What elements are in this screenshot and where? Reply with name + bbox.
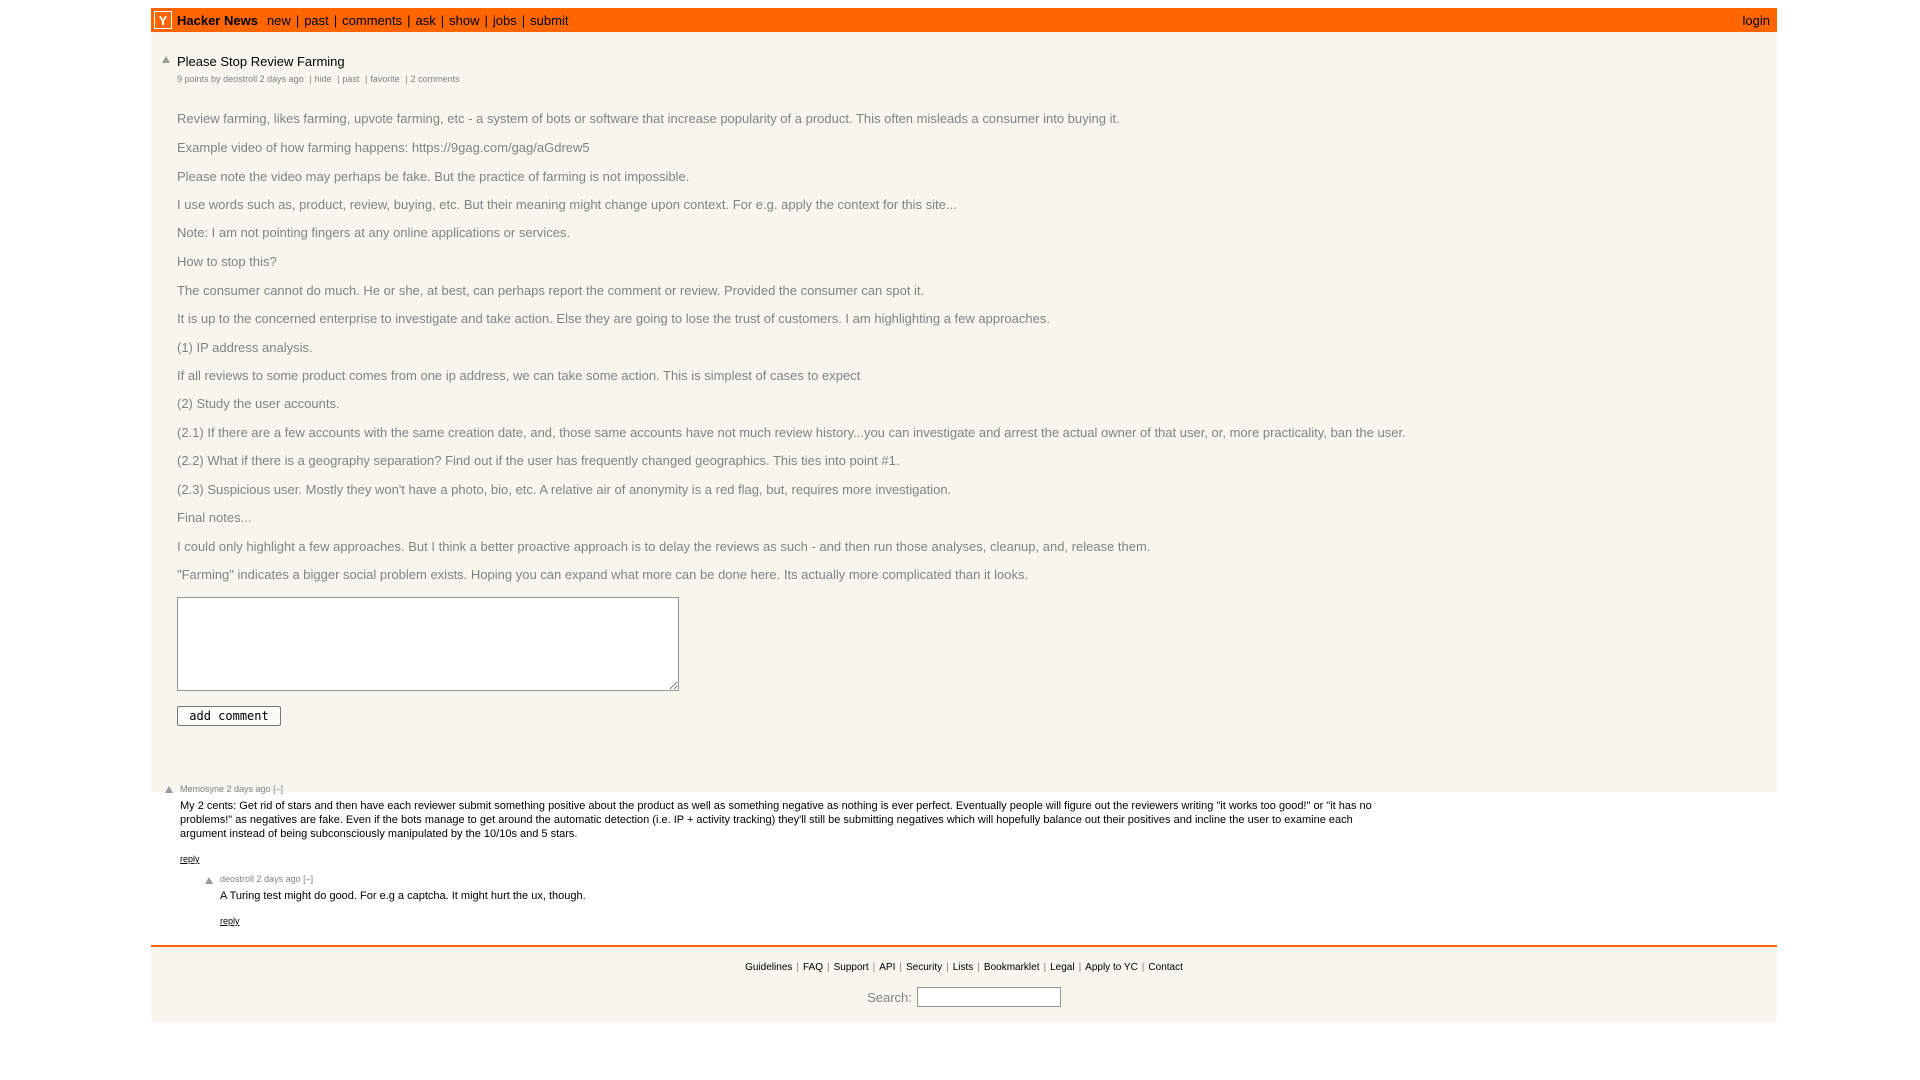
nav-new[interactable]: new (267, 13, 291, 28)
story-age-link[interactable]: 2 days ago (260, 74, 304, 84)
comment-age-link[interactable]: 2 days ago (227, 784, 271, 794)
nav-show[interactable]: show (449, 13, 479, 28)
search-label: Search: (867, 989, 912, 1005)
subtext-separator: | (309, 74, 312, 84)
story-subtext: 9 points by deostroll 2 days ago | hide |… (177, 74, 460, 84)
story-paragraph: (1) IP address analysis. (177, 340, 313, 355)
nav-separator: | (333, 12, 338, 28)
comment-text: My 2 cents: Get rid of stars and then ha… (180, 800, 1372, 840)
nav-past[interactable]: past (304, 13, 329, 28)
footer-link-lists[interactable]: Lists (953, 962, 974, 973)
by-label: by (211, 74, 221, 84)
comment-textarea[interactable] (177, 597, 679, 691)
login-link[interactable]: login (1743, 13, 1770, 28)
footer-links: Guidelines | FAQ | Support | API | Security | List… (745, 962, 1183, 973)
story-paragraph: How to stop this? (177, 254, 277, 269)
search-input[interactable] (916, 987, 1061, 1007)
upvote-arrow-icon[interactable] (162, 56, 170, 63)
story-paragraph: Please note the video may perhaps be fak… (177, 169, 690, 184)
header-bar: Y Hacker News new | past | comments | as… (151, 8, 1777, 32)
comment-author-link[interactable]: Memosyne (180, 784, 224, 794)
comments-count-link[interactable]: 2 comments (411, 74, 460, 84)
comment-text: A Turing test might do good. For e.g a c… (220, 890, 586, 902)
nav-links: new | past | comments | ask | show | job… (267, 13, 569, 28)
story-paragraph: Note: I am not pointing fingers at any o… (177, 225, 571, 240)
story-author-link[interactable]: deostroll (223, 74, 257, 84)
hide-link[interactable]: hide (315, 74, 332, 84)
past-link[interactable]: past (342, 74, 359, 84)
story-paragraph: "Farming" indicates a bigger social prob… (177, 567, 1029, 582)
nav-comments[interactable]: comments (342, 13, 402, 28)
story-paragraph: Example video of how farming happens: ht… (177, 140, 590, 155)
add-comment-button[interactable]: add comment (177, 706, 281, 726)
footer-area: Guidelines | FAQ | Support | API | Security | List… (151, 945, 1777, 1022)
story-paragraph: I could only highlight a few approaches.… (177, 539, 1151, 554)
nav-separator: | (484, 12, 488, 28)
page-container: Y Hacker News new | past | comments | as… (151, 8, 1777, 971)
comment-collapse-toggle[interactable]: [–] (303, 874, 313, 884)
comment-meta: deostroll 2 days ago [–] (220, 874, 313, 884)
footer-link-contact[interactable]: Contact (1148, 962, 1182, 973)
search-form: Search: (151, 987, 1777, 1007)
footer-link-support[interactable]: Support (834, 962, 869, 973)
comment-upvote-arrow-icon[interactable] (165, 786, 173, 793)
footer-link-bookmarklet[interactable]: Bookmarklet (984, 962, 1040, 973)
subtext-separator: | (364, 74, 368, 84)
story-paragraph: I use words such as, product, review, bu… (177, 197, 957, 212)
comment-age-link[interactable]: 2 days ago (257, 874, 301, 884)
story-paragraph: (2) Study the user accounts. (177, 396, 340, 411)
story-section: Please Stop Review Farming 9 points by d… (151, 32, 1777, 971)
nav-separator: | (295, 12, 300, 28)
footer-divider-line (151, 945, 1777, 947)
subtext-separator: | (405, 74, 408, 84)
story-paragraph: (2.3) Suspicious user. Mostly they won't… (177, 482, 952, 497)
nav-jobs[interactable]: jobs (493, 13, 517, 28)
nav-submit[interactable]: submit (530, 13, 568, 28)
reply-link[interactable]: reply (180, 854, 200, 864)
footer-link-api[interactable]: API (879, 962, 895, 973)
comment-collapse-toggle[interactable]: [–] (273, 784, 283, 794)
story-score: 9 points (177, 74, 209, 84)
nav-separator: | (440, 12, 445, 28)
y-logo[interactable]: Y (154, 11, 172, 29)
footer-link-guidelines[interactable]: Guidelines (745, 962, 792, 973)
footer-link-security[interactable]: Security (906, 962, 942, 973)
footer-link-legal[interactable]: Legal (1050, 962, 1074, 973)
story-title[interactable]: Please Stop Review Farming (177, 54, 345, 69)
subtext-separator: | (337, 74, 340, 84)
reply-link[interactable]: reply (220, 916, 240, 926)
comment-meta: Memosyne 2 days ago [–] (180, 784, 283, 794)
footer-link-faq[interactable]: FAQ (803, 962, 823, 973)
story-paragraph: (2.2) What if there is a geography separ… (177, 453, 900, 468)
story-paragraph: Final notes... (177, 510, 252, 525)
comment-upvote-arrow-icon[interactable] (205, 877, 213, 884)
nav-separator: | (407, 12, 411, 28)
nav-separator: | (521, 12, 526, 28)
favorite-link[interactable]: favorite (370, 74, 400, 84)
nav-ask[interactable]: ask (416, 13, 436, 28)
comment-author-link[interactable]: deostroll (220, 874, 254, 884)
footer-link-apply-to-yc[interactable]: Apply to YC (1085, 962, 1138, 973)
story-paragraph: If all reviews to some product comes fro… (177, 368, 861, 383)
site-name-link[interactable]: Hacker News (177, 13, 258, 28)
story-paragraph: The consumer cannot do much. He or she, … (177, 283, 925, 298)
story-paragraph: It is up to the concerned enterprise to … (177, 311, 1050, 326)
story-paragraph: (2.1) If there are a few accounts with t… (177, 425, 1406, 440)
story-paragraph: Review farming, likes farming, upvote fa… (177, 111, 1120, 126)
